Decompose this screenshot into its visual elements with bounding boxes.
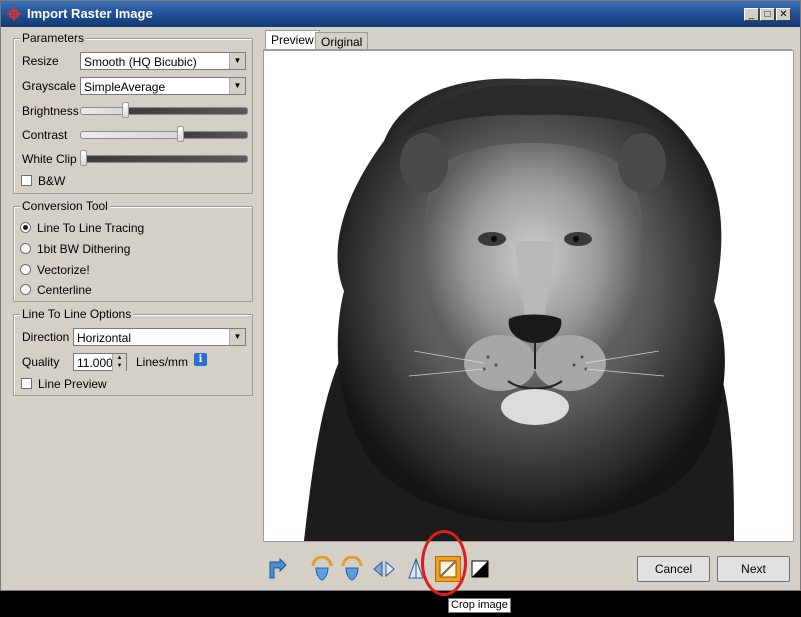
chevron-down-icon[interactable]: ▼ — [229, 53, 245, 69]
line-options-group: Line To Line Options Direction Horizonta… — [13, 307, 253, 396]
rotate-left-icon[interactable] — [309, 555, 335, 582]
resize-value: Smooth (HQ Bicubic) — [84, 55, 197, 69]
line-preview-checkbox[interactable] — [21, 378, 32, 389]
resize-select[interactable]: Smooth (HQ Bicubic) ▼ — [80, 52, 246, 70]
grayscale-label: Grayscale — [22, 79, 77, 93]
import-raster-dialog: Import Raster Image _ □ ✕ Parameters Res… — [0, 0, 801, 596]
flip-icon[interactable] — [264, 556, 290, 582]
grayscale-select[interactable]: SimpleAverage ▼ — [80, 77, 246, 95]
parameters-legend: Parameters — [20, 31, 87, 45]
info-icon[interactable]: i — [194, 353, 207, 366]
spin-arrows-icon[interactable]: ▲ ▼ — [112, 354, 126, 372]
line-options-legend: Line To Line Options — [20, 307, 134, 321]
whiteclip-label: White Clip — [22, 152, 77, 166]
radio-line-to-line[interactable] — [20, 222, 31, 233]
whiteclip-thumb[interactable] — [80, 150, 87, 166]
quality-label: Quality — [22, 355, 60, 369]
radio-dithering[interactable] — [20, 243, 31, 254]
app-icon — [7, 7, 21, 21]
conversion-tool-group: Conversion Tool Line To Line Tracing 1bi… — [13, 199, 253, 302]
minimize-button[interactable]: _ — [744, 8, 759, 21]
rotate-right-icon[interactable] — [339, 555, 365, 582]
contrast-label: Contrast — [22, 128, 68, 142]
bw-checkbox[interactable] — [21, 175, 32, 186]
contrast-thumb[interactable] — [177, 126, 184, 142]
option-line-to-line[interactable]: Line To Line Tracing — [37, 221, 144, 235]
quality-unit: Lines/mm — [136, 355, 189, 369]
window-title: Import Raster Image — [27, 6, 153, 21]
close-button[interactable]: ✕ — [776, 8, 791, 21]
preview-canvas[interactable] — [263, 50, 794, 542]
line-preview-label: Line Preview — [38, 377, 107, 391]
mirror-horizontal-icon[interactable] — [371, 556, 397, 582]
cancel-button[interactable]: Cancel — [637, 556, 710, 582]
grayscale-value: SimpleAverage — [84, 80, 166, 94]
direction-select[interactable]: Horizontal ▼ — [73, 328, 246, 346]
conversion-legend: Conversion Tool — [20, 199, 110, 213]
brightness-label: Brightness — [22, 104, 79, 118]
title-bar[interactable]: Import Raster Image _ □ ✕ — [1, 1, 800, 27]
brightness-rail — [80, 107, 248, 115]
chevron-down-icon[interactable]: ▼ — [229, 329, 245, 345]
radio-vectorize[interactable] — [20, 264, 31, 275]
whiteclip-rail — [80, 155, 248, 163]
invert-icon[interactable] — [467, 556, 493, 582]
option-dithering[interactable]: 1bit BW Dithering — [37, 242, 130, 256]
lion-image — [304, 78, 734, 541]
parameters-group: Parameters Resize Smooth (HQ Bicubic) ▼ … — [13, 31, 253, 194]
option-centerline[interactable]: Centerline — [37, 283, 92, 297]
contrast-rail — [80, 131, 248, 139]
quality-stepper[interactable]: 11.000 ▲ ▼ — [73, 353, 127, 372]
highlight-circle — [421, 530, 467, 596]
whiteclip-slider[interactable] — [80, 150, 248, 166]
direction-label: Direction — [22, 330, 70, 344]
maximize-button[interactable]: □ — [760, 8, 775, 21]
contrast-slider[interactable] — [80, 126, 248, 142]
direction-value: Horizontal — [77, 331, 132, 345]
crop-tooltip: Crop image — [448, 598, 511, 613]
radio-centerline[interactable] — [20, 284, 31, 295]
quality-value[interactable]: 11.000 — [77, 356, 113, 370]
option-vectorize[interactable]: Vectorize! — [37, 263, 90, 277]
resize-label: Resize — [22, 54, 59, 68]
brightness-slider[interactable] — [80, 102, 248, 118]
next-button[interactable]: Next — [717, 556, 790, 582]
chevron-down-icon[interactable]: ▼ — [229, 78, 245, 94]
brightness-thumb[interactable] — [122, 102, 129, 118]
bw-label: B&W — [38, 174, 66, 188]
